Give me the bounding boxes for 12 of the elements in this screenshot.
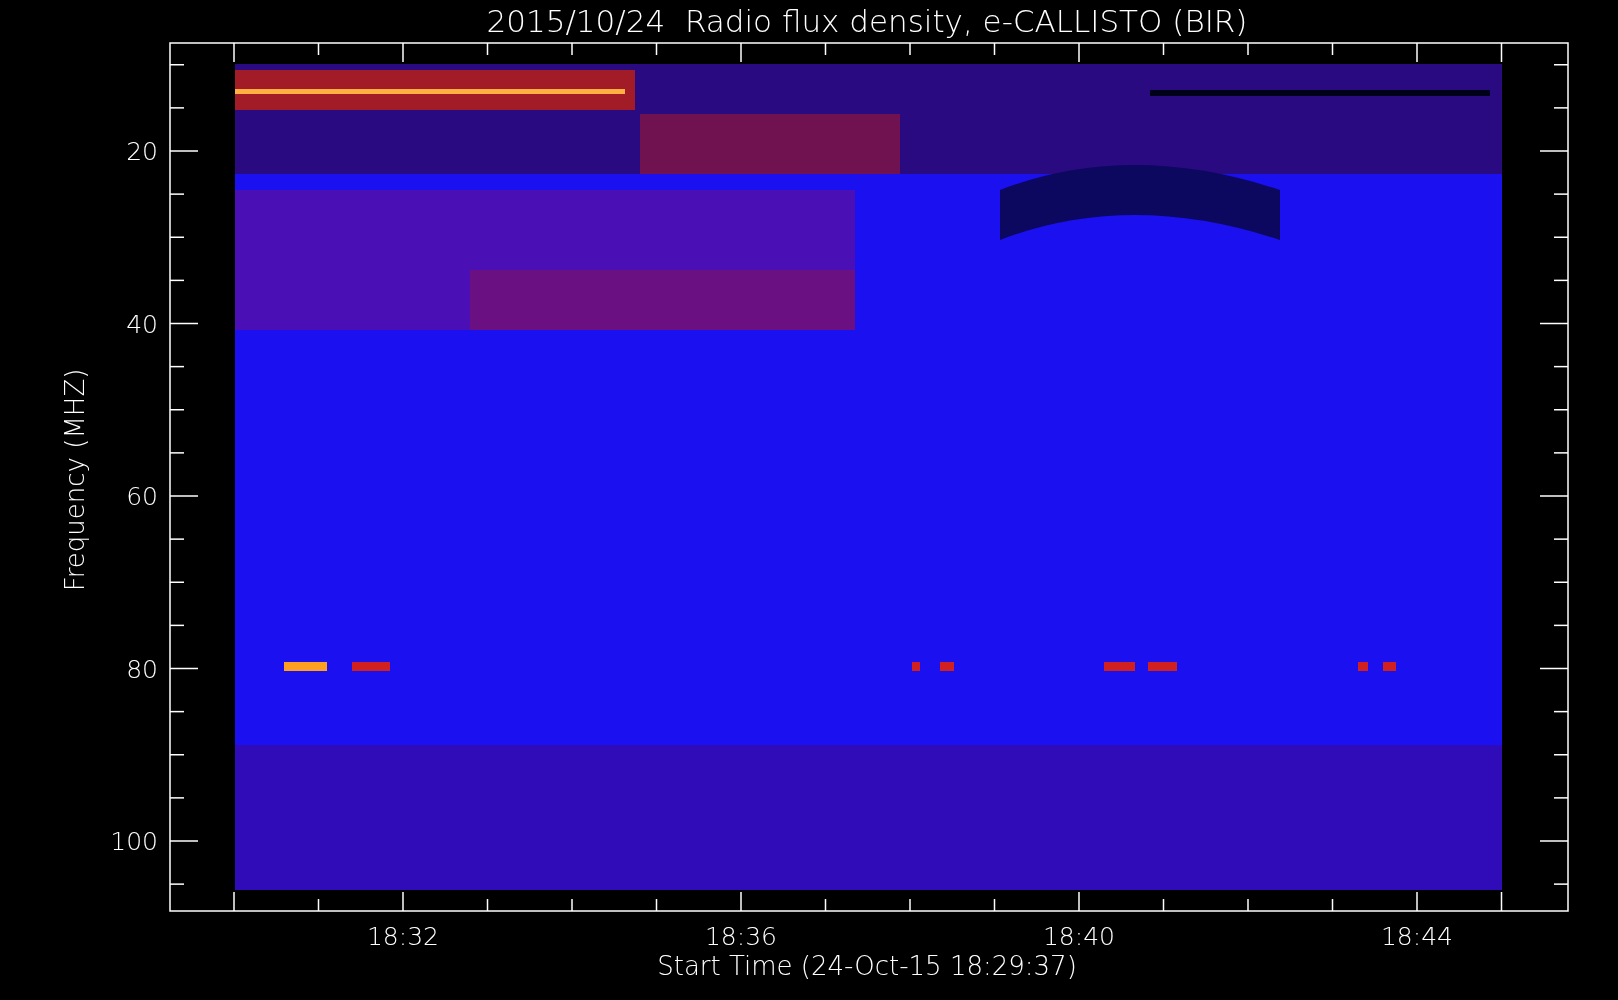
chart-title: 2015/10/24 Radio flux density, e-CALLISTO (BIR) [486, 3, 1248, 39]
axis-label: Start Time (24-Oct-15 18:29:37) [657, 951, 1077, 981]
tick-label: 18:40 [1043, 922, 1115, 951]
tick-label: 80 [126, 654, 158, 684]
tick-label: 100 [110, 827, 158, 856]
axis-label: Frequency (MHZ) [60, 368, 90, 592]
tick-label: 18:36 [705, 922, 777, 951]
tick-label: 18:44 [1381, 922, 1453, 951]
tick-label: 60 [126, 482, 158, 511]
tick-label: 40 [126, 309, 158, 339]
tick-label: 18:32 [367, 922, 439, 951]
tick-label: 20 [126, 137, 158, 166]
